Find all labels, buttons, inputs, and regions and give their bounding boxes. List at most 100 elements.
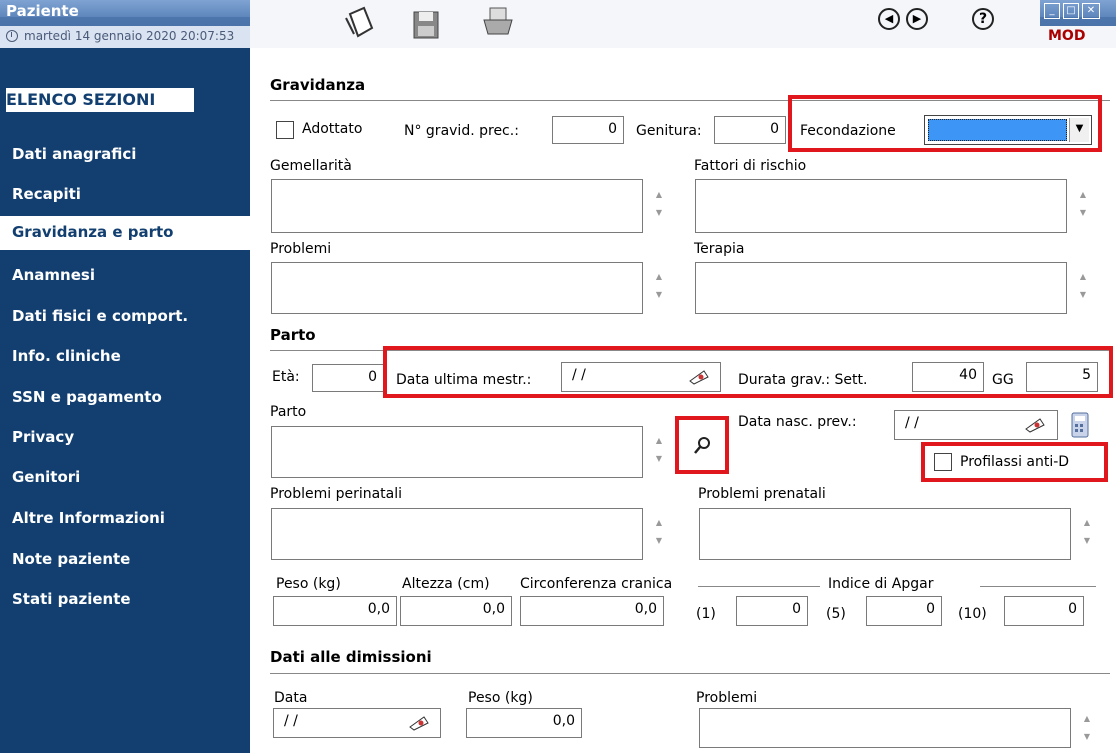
gg-input[interactable]: 5 — [1026, 362, 1098, 392]
mode-area: MOD — [1040, 26, 1116, 48]
section-dimissioni-title: Dati alle dimissioni — [270, 648, 432, 666]
section-gravidanza-title: Gravidanza — [270, 76, 366, 94]
toolbar: ◀ ▶ ? — [250, 0, 1040, 48]
adottato-label: Adottato — [302, 121, 363, 137]
search-icon[interactable] — [692, 434, 714, 456]
apgar5-label: (5) — [826, 606, 846, 622]
calculator-icon[interactable] — [1070, 412, 1090, 438]
problemi-label: Problemi — [270, 241, 332, 257]
apgar1-input[interactable]: 0 — [736, 596, 808, 626]
altezza-label: Altezza (cm) — [402, 576, 490, 592]
window-title: Paziente — [6, 2, 79, 20]
genitura-input[interactable]: 0 — [714, 116, 786, 144]
sidebar-item-genitori[interactable]: Genitori — [0, 461, 250, 495]
back-icon[interactable]: ◀ — [878, 8, 900, 30]
altezza-input[interactable]: 0,0 — [400, 596, 512, 626]
problemi-textarea[interactable] — [271, 262, 643, 314]
peso-input[interactable]: 0,0 — [273, 596, 397, 626]
gemellarita-label: Gemellarità — [270, 158, 352, 174]
adottato-checkbox[interactable] — [276, 121, 294, 139]
terapia-label: Terapia — [694, 241, 745, 257]
eta-label: Età: — [272, 369, 300, 385]
eta-input[interactable]: 0 — [312, 364, 384, 392]
profilassi-checkbox[interactable] — [934, 453, 952, 471]
scrollbar[interactable]: ▲ ▼ — [652, 268, 666, 304]
chevron-down-icon[interactable]: ▼ — [1069, 118, 1089, 142]
datetime-bar: martedì 14 gennaio 2020 20:07:53 — [0, 26, 250, 48]
sidebar-heading: ELENCO SEZIONI — [6, 88, 194, 114]
dimissioni-data-label: Data — [274, 690, 308, 706]
apgar10-input[interactable]: 0 — [1004, 596, 1084, 626]
peso-label: Peso (kg) — [276, 576, 341, 592]
divider — [270, 673, 1110, 674]
divider — [980, 586, 1096, 587]
parto-label: Parto — [270, 404, 307, 420]
new-document-icon[interactable] — [340, 4, 380, 44]
section-parto-title: Parto — [270, 326, 316, 344]
sidebar-item-ssn-pagamento[interactable]: SSN e pagamento — [0, 381, 250, 415]
sidebar-item-stati-paziente[interactable]: Stati paziente — [0, 583, 250, 617]
sidebar-item-dati-fisici[interactable]: Dati fisici e comport. — [0, 300, 250, 334]
sidebar-item-recapiti[interactable]: Recapiti — [0, 178, 250, 212]
scrollbar[interactable]: ▲ ▼ — [652, 514, 666, 550]
forward-icon[interactable]: ▶ — [906, 8, 928, 30]
scrollbar[interactable]: ▲ ▼ — [652, 186, 666, 222]
apgar1-label: (1) — [696, 606, 716, 622]
sidebar-item-privacy[interactable]: Privacy — [0, 421, 250, 455]
divider — [270, 350, 1110, 351]
calendar-icon[interactable] — [1024, 417, 1046, 433]
calendar-icon[interactable] — [408, 715, 430, 731]
print-icon[interactable] — [478, 4, 518, 44]
n-gravid-label: N° gravid. prec.: — [404, 123, 519, 139]
sidebar-item-altre-informazioni[interactable]: Altre Informazioni — [0, 502, 250, 536]
perinatali-textarea[interactable] — [271, 508, 643, 560]
prenatali-label: Problemi prenatali — [698, 486, 826, 502]
terapia-textarea[interactable] — [695, 262, 1067, 314]
scrollbar[interactable]: ▲ ▼ — [1080, 514, 1094, 550]
divider — [270, 100, 1110, 101]
save-icon[interactable] — [410, 4, 442, 44]
scrollbar[interactable]: ▲ ▼ — [652, 432, 666, 468]
minimize-icon[interactable]: _ — [1044, 3, 1060, 19]
fecondazione-label: Fecondazione — [800, 123, 896, 139]
data-mestr-label: Data ultima mestr.: — [396, 372, 532, 388]
sidebar-item-anamnesi[interactable]: Anamnesi — [0, 259, 250, 293]
n-gravid-input[interactable]: 0 — [552, 116, 624, 144]
perinatali-label: Problemi perinatali — [270, 486, 403, 502]
clock-icon — [6, 30, 18, 42]
scrollbar[interactable]: ▲ ▼ — [1076, 186, 1090, 222]
sidebar-item-info-cliniche[interactable]: Info. cliniche — [0, 340, 250, 374]
scrollbar[interactable]: ▲ ▼ — [1076, 268, 1090, 304]
main-form: Gravidanza Adottato N° gravid. prec.: 0 … — [250, 48, 1116, 753]
circ-input[interactable]: 0,0 — [520, 596, 664, 626]
parto-textarea[interactable] — [271, 426, 643, 478]
scrollbar[interactable]: ▲ ▼ — [1080, 710, 1094, 746]
dimissioni-problemi-label: Problemi — [696, 690, 758, 706]
genitura-label: Genitura: — [636, 123, 702, 139]
close-icon[interactable]: ✕ — [1082, 3, 1100, 19]
maximize-icon[interactable]: □ — [1063, 3, 1079, 19]
gemellarita-textarea[interactable] — [271, 179, 643, 233]
sidebar-item-note-paziente[interactable]: Note paziente — [0, 543, 250, 577]
prenatali-textarea[interactable] — [699, 508, 1071, 560]
divider — [698, 586, 820, 587]
sidebar-item-dati-anagrafici[interactable]: Dati anagrafici — [0, 138, 250, 172]
fecondazione-select[interactable]: ▼ — [924, 115, 1092, 145]
fattori-textarea[interactable] — [695, 179, 1067, 233]
help-icon[interactable]: ? — [972, 8, 994, 30]
apgar10-label: (10) — [958, 606, 987, 622]
apgar5-input[interactable]: 0 — [866, 596, 942, 626]
calendar-icon[interactable] — [688, 369, 710, 385]
mode-indicator: MOD — [1048, 28, 1086, 44]
window-controls: _ □ ✕ — [1040, 0, 1116, 26]
sidebar: ELENCO SEZIONI Dati anagrafici Recapiti … — [0, 48, 250, 753]
durata-label: Durata grav.: Sett. — [738, 372, 868, 388]
dimissioni-peso-input[interactable]: 0,0 — [466, 708, 582, 738]
circ-label: Circonferenza cranica — [520, 576, 673, 592]
sidebar-item-gravidanza-parto[interactable]: Gravidanza e parto — [0, 216, 250, 250]
fecondazione-selected-value — [928, 119, 1067, 141]
datetime-text: martedì 14 gennaio 2020 20:07:53 — [24, 29, 235, 43]
dimissioni-problemi-textarea[interactable] — [699, 708, 1071, 748]
sett-input[interactable]: 40 — [912, 362, 984, 392]
fattori-label: Fattori di rischio — [694, 158, 807, 174]
